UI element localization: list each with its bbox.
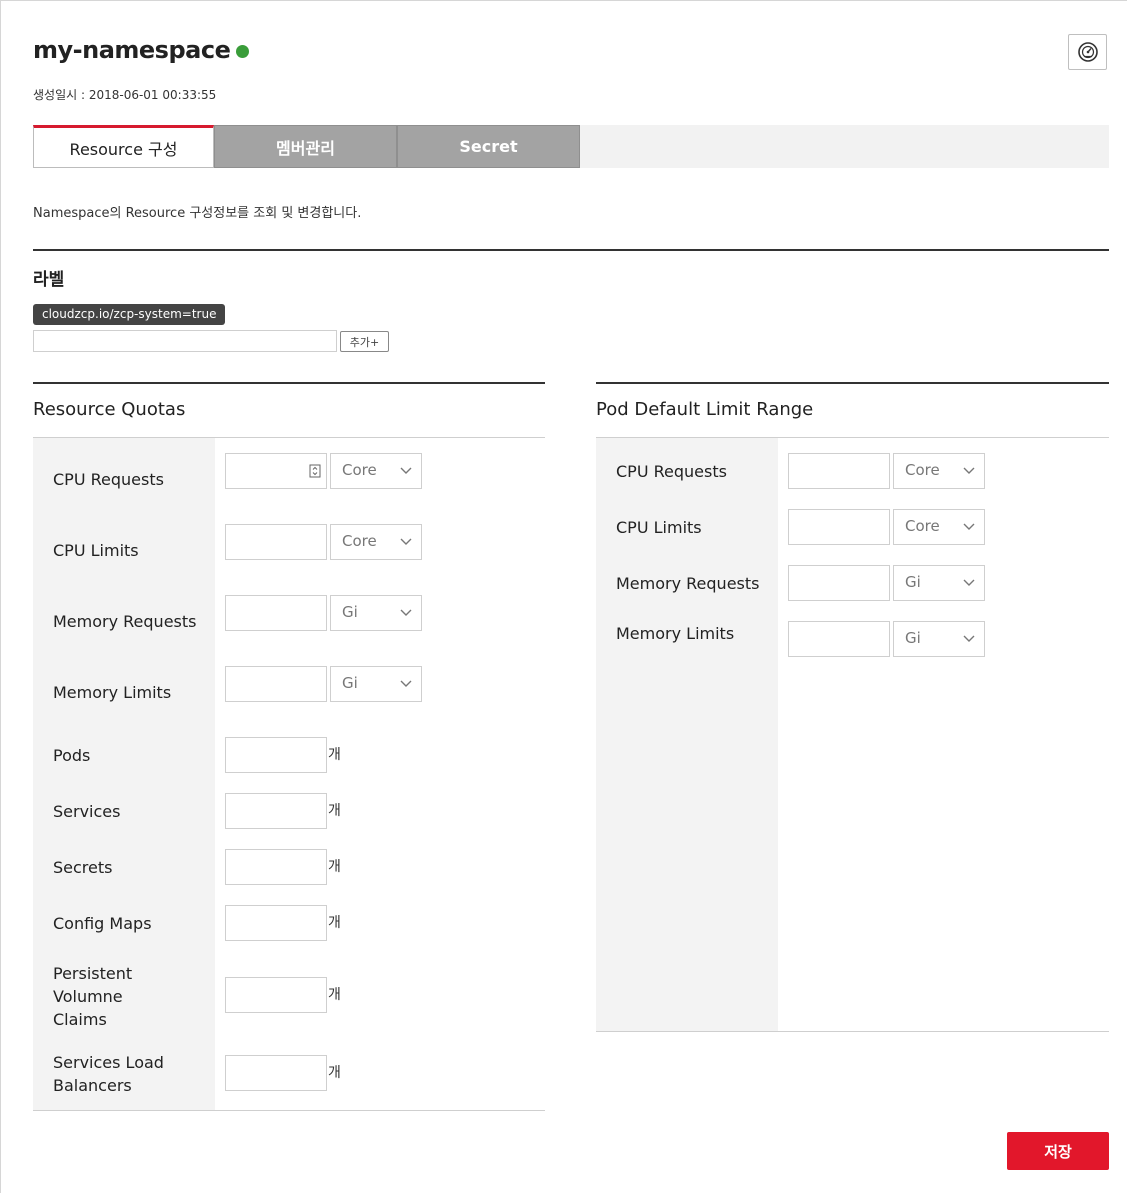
- tab-label: Secret: [459, 137, 518, 156]
- rq-label-pods: Pods: [53, 746, 91, 765]
- plr-cpu-requests-unit-select[interactable]: Core: [893, 453, 985, 489]
- rq-services-input[interactable]: [225, 793, 327, 829]
- tab-label: Resource 구성: [69, 139, 178, 159]
- rq-memory-requests-input[interactable]: [225, 595, 327, 631]
- add-label-button[interactable]: 추가+: [340, 331, 389, 352]
- plr-memory-limits-input[interactable]: [788, 621, 890, 657]
- divider: [33, 382, 545, 384]
- plr-label-memory-requests: Memory Requests: [616, 574, 760, 593]
- rq-memory-limits-unit-select[interactable]: Gi: [330, 666, 422, 702]
- rq-cpu-requests-input[interactable]: [225, 453, 327, 489]
- plr-cpu-requests-input[interactable]: [788, 453, 890, 489]
- chevron-down-icon: [963, 635, 975, 642]
- chevron-down-icon: [963, 579, 975, 586]
- rq-label-config-maps: Config Maps: [53, 914, 152, 933]
- plr-cpu-limits-unit-select[interactable]: Core: [893, 509, 985, 545]
- plr-memory-requests-input[interactable]: [788, 565, 890, 601]
- rq-services-lb-input[interactable]: [225, 1055, 327, 1091]
- rq-pvc-input[interactable]: [225, 977, 327, 1013]
- plr-label-memory-limits: Memory Limits: [616, 624, 735, 643]
- tab-secret[interactable]: Secret: [397, 125, 580, 168]
- rq-cpu-requests-unit-select[interactable]: Core: [330, 453, 422, 489]
- resource-quotas-title: Resource Quotas: [33, 399, 186, 420]
- chevron-down-icon: [963, 523, 975, 530]
- rq-cpu-limits-input[interactable]: [225, 524, 327, 560]
- rq-secrets-input[interactable]: [225, 849, 327, 885]
- plr-label-cpu-limits: CPU Limits: [616, 518, 702, 537]
- chevron-down-icon: [400, 538, 412, 545]
- created-timestamp: 생성일시 : 2018-06-01 00:33:55: [33, 88, 217, 102]
- rq-label-cpu-limits: CPU Limits: [53, 541, 139, 560]
- dashboard-button[interactable]: [1068, 34, 1107, 70]
- spinner-icon[interactable]: [309, 464, 321, 478]
- rq-label-services: Services: [53, 802, 121, 821]
- divider: [596, 382, 1109, 384]
- tab-label: 멤버관리: [276, 138, 335, 158]
- rq-memory-requests-unit-select[interactable]: Gi: [330, 595, 422, 631]
- unit-label: 개: [328, 1065, 341, 1081]
- rq-pods-input[interactable]: [225, 737, 327, 773]
- unit-label: 개: [328, 803, 341, 819]
- divider: [33, 249, 1109, 251]
- unit-label: 개: [328, 987, 341, 1003]
- rq-label-secrets: Secrets: [53, 858, 113, 877]
- tab-members[interactable]: 멤버관리: [214, 125, 397, 168]
- rq-label-memory-requests: Memory Requests: [53, 612, 197, 631]
- rq-config-maps-input[interactable]: [225, 905, 327, 941]
- unit-label: 개: [328, 915, 341, 931]
- chevron-down-icon: [400, 609, 412, 616]
- rq-cpu-limits-unit-select[interactable]: Core: [330, 524, 422, 560]
- plr-memory-limits-unit-select[interactable]: Gi: [893, 621, 985, 657]
- page-description: Namespace의 Resource 구성정보를 조회 및 변경합니다.: [33, 206, 362, 221]
- rq-label-memory-limits: Memory Limits: [53, 683, 172, 702]
- plr-label-cpu-requests: CPU Requests: [616, 462, 727, 481]
- namespace-name: my-namespace: [33, 36, 231, 64]
- chevron-down-icon: [400, 467, 412, 474]
- rq-label-cpu-requests: CPU Requests: [53, 470, 164, 489]
- dashboard-gauge-icon: [1077, 42, 1098, 62]
- status-indicator: [236, 45, 250, 58]
- save-button[interactable]: 저장: [1007, 1132, 1109, 1170]
- page-title: my-namespace: [33, 36, 250, 64]
- divider: [33, 1110, 545, 1111]
- label-input[interactable]: [33, 330, 337, 352]
- labels-title: 라벨: [33, 270, 65, 290]
- rq-memory-limits-input[interactable]: [225, 666, 327, 702]
- plr-memory-requests-unit-select[interactable]: Gi: [893, 565, 985, 601]
- chevron-down-icon: [400, 680, 412, 687]
- pod-limit-range-title: Pod Default Limit Range: [596, 399, 814, 420]
- plr-cpu-limits-input[interactable]: [788, 509, 890, 545]
- label-chip[interactable]: cloudzcp.io/zcp-system=true: [33, 304, 226, 325]
- chevron-down-icon: [963, 467, 975, 474]
- divider: [596, 1031, 1109, 1032]
- rq-label-services-lb: Services Load Balancers: [53, 1053, 164, 1095]
- unit-label: 개: [328, 747, 341, 763]
- rq-label-pvc: Persistent Volumne Claims: [53, 964, 133, 1029]
- tab-bar: Resource 구성 멤버관리 Secret: [33, 125, 1109, 168]
- tab-resource[interactable]: Resource 구성: [33, 125, 214, 168]
- unit-label: 개: [328, 859, 341, 875]
